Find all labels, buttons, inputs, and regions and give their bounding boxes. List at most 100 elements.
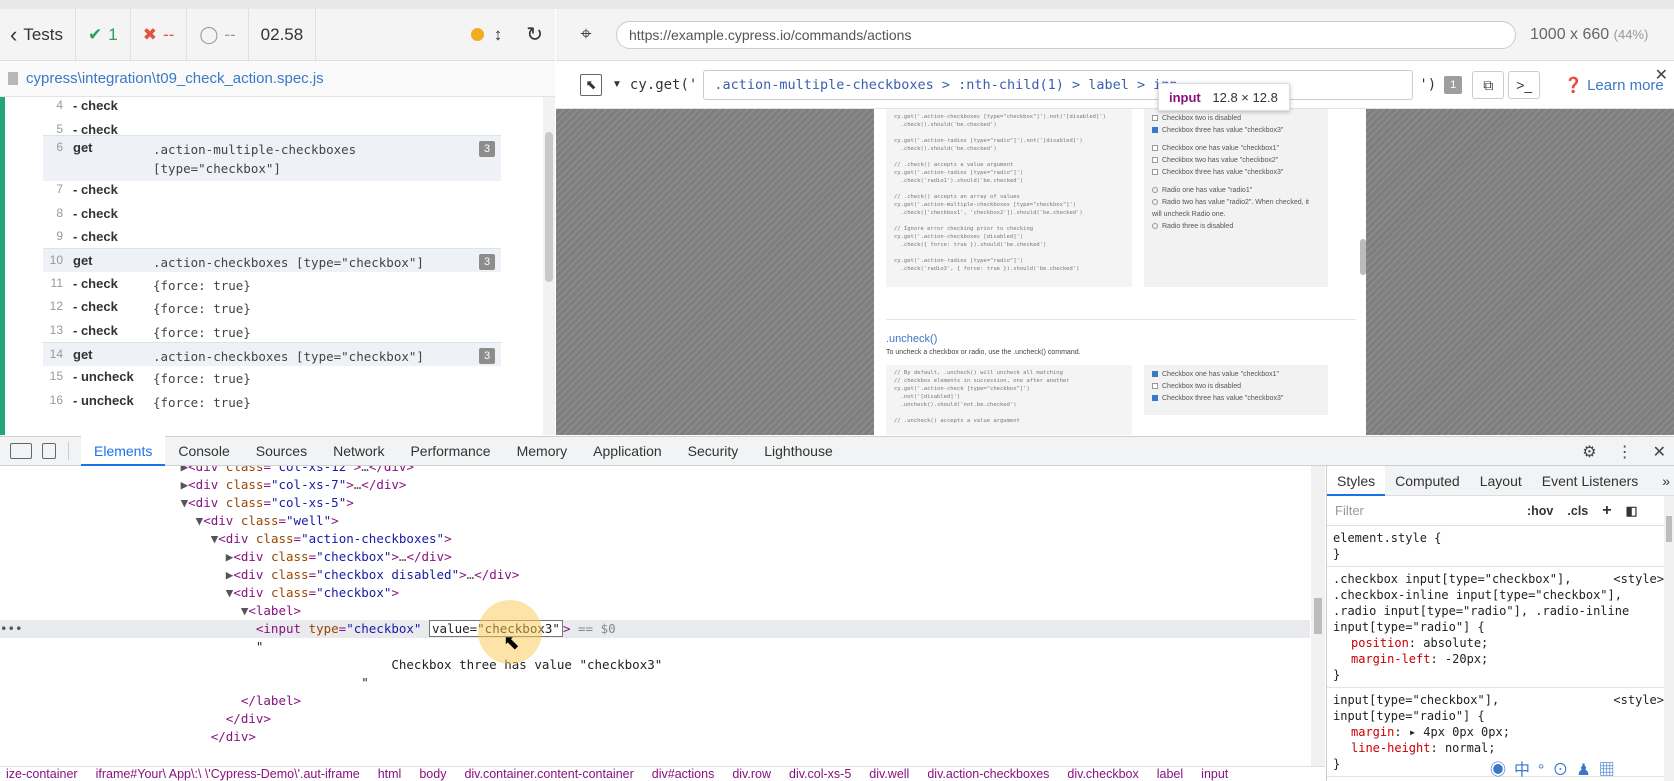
more-tabs-icon[interactable]: »: [1662, 473, 1670, 489]
breadcrumb-item[interactable]: ize-container: [6, 767, 78, 781]
print-to-console-button[interactable]: >_: [1508, 70, 1541, 99]
add-rule-icon[interactable]: +: [1602, 502, 1611, 520]
selector-playground-toggle[interactable]: ⌖: [556, 23, 616, 46]
aut-scrollbar[interactable]: [1360, 239, 1366, 275]
breadcrumb-item[interactable]: div.checkbox: [1067, 767, 1138, 781]
command-row[interactable]: 11 - check {force: true}: [43, 272, 501, 296]
style-property[interactable]: margin: ▸ 4px 0px 0px;: [1333, 724, 1668, 740]
checkbox-option[interactable]: Checkbox two has value "checkbox2": [1152, 155, 1320, 167]
dom-text-node[interactable]: Checkbox three has value "checkbox3": [0, 656, 1310, 674]
breadcrumb-item[interactable]: div.row: [732, 767, 771, 781]
learn-more-link[interactable]: ❓ Learn more: [1564, 76, 1664, 94]
dom-node[interactable]: ▶<div class="checkbox">…</div>: [0, 548, 1310, 566]
checkbox-icon[interactable]: [1152, 383, 1158, 390]
dom-node[interactable]: </div>: [0, 728, 1310, 746]
breadcrumb-item[interactable]: div.container.content-container: [464, 767, 633, 781]
checkbox-option[interactable]: Checkbox two is disabled: [1152, 113, 1320, 125]
tab-sources[interactable]: Sources: [243, 436, 320, 466]
gear-icon[interactable]: ⚙: [1582, 442, 1596, 462]
copy-button[interactable]: ⧉: [1472, 70, 1505, 99]
tests-button[interactable]: ‹ Tests: [0, 9, 77, 60]
radio-icon[interactable]: [1152, 223, 1158, 230]
resize-icon[interactable]: ↕: [494, 25, 503, 45]
scrollbar-thumb[interactable]: [1314, 598, 1322, 634]
checkbox-option[interactable]: Checkbox two is disabled: [1152, 381, 1320, 393]
tab-network[interactable]: Network: [320, 436, 397, 466]
dom-node[interactable]: </label>: [0, 692, 1310, 710]
tab-elements[interactable]: Elements: [81, 436, 166, 466]
cls-toggle[interactable]: .cls: [1567, 504, 1588, 518]
dom-node[interactable]: ▼<div class="well">: [0, 512, 1310, 530]
breadcrumb-item[interactable]: div.well: [869, 767, 909, 781]
restart-button[interactable]: ↻: [514, 9, 555, 60]
breadcrumb-item[interactable]: label: [1157, 767, 1183, 781]
command-row[interactable]: 12 - check {force: true}: [43, 295, 501, 319]
rule-source-link[interactable]: <style>: [1613, 571, 1664, 587]
dom-node[interactable]: ▶<div class="checkbox disabled">…</div>: [0, 566, 1310, 584]
breadcrumb-item[interactable]: body: [419, 767, 446, 781]
cursor-pick-icon[interactable]: ⬉: [580, 73, 602, 96]
radio-option[interactable]: Radio one has value "radio1": [1152, 185, 1320, 197]
command-row[interactable]: 8 - check: [43, 202, 501, 226]
style-property[interactable]: position: absolute;: [1333, 635, 1668, 651]
breadcrumb-item[interactable]: div#actions: [652, 767, 715, 781]
breadcrumb-item[interactable]: input: [1201, 767, 1228, 781]
command-row[interactable]: 7 - check: [43, 178, 501, 202]
tab-console[interactable]: Console: [165, 436, 242, 466]
breadcrumb-item[interactable]: html: [378, 767, 402, 781]
checkbox-icon[interactable]: [1152, 371, 1158, 378]
radio-icon[interactable]: [1152, 199, 1158, 206]
checkbox-option[interactable]: Checkbox three has value "checkbox3": [1152, 167, 1320, 179]
selector-input[interactable]: .action-multiple-checkboxes > :nth-child…: [703, 69, 1414, 100]
ime-toolbar-icon[interactable]: ◉中°⊙♟▦: [1490, 756, 1623, 780]
breadcrumb-item[interactable]: div.col-xs-5: [789, 767, 851, 781]
viewport-size[interactable]: 1000 x 660 (44%): [1530, 26, 1648, 44]
command-row[interactable]: 14 get .action-checkboxes [type="checkbox"…: [43, 342, 501, 366]
passed-stat[interactable]: ✔ 1: [76, 9, 131, 60]
command-row[interactable]: 4 - check: [43, 97, 501, 118]
dom-node-selected[interactable]: ••• <input type="checkbox" value="checkb…: [0, 620, 1310, 638]
dom-node[interactable]: ▶<div class="col-xs-12">…</div>: [0, 466, 1310, 476]
device-toolbar-icon[interactable]: [42, 443, 56, 459]
elements-scrollbar[interactable]: [1311, 466, 1325, 766]
tab-security[interactable]: Security: [675, 436, 752, 466]
tab-layout[interactable]: Layout: [1470, 466, 1532, 496]
dom-node[interactable]: ▼<div class="checkbox">: [0, 584, 1310, 602]
checkbox-option[interactable]: Checkbox three has value "checkbox3": [1152, 393, 1320, 405]
failed-stat[interactable]: ✖ --: [131, 9, 188, 60]
tab-application[interactable]: Application: [580, 436, 675, 466]
scrollbar-thumb[interactable]: [1666, 516, 1672, 542]
dom-text-node[interactable]: ": [0, 674, 1310, 692]
checkbox-icon[interactable]: [1152, 145, 1158, 152]
checkbox-icon[interactable]: [1152, 157, 1158, 164]
style-rule[interactable]: element.style {}: [1327, 526, 1674, 567]
tab-lighthouse[interactable]: Lighthouse: [751, 436, 846, 466]
url-bar[interactable]: https://example.cypress.io/commands/acti…: [616, 20, 1516, 49]
style-rule[interactable]: <style> .checkbox input[type="checkbox"],…: [1327, 567, 1674, 688]
tab-performance[interactable]: Performance: [397, 436, 503, 466]
styles-scrollbar[interactable]: [1664, 496, 1674, 781]
checkbox-option[interactable]: Checkbox three has value "checkbox3": [1152, 125, 1320, 137]
checkbox-icon[interactable]: [1152, 127, 1158, 134]
tab-event-listeners[interactable]: Event Listeners: [1532, 466, 1649, 496]
command-row[interactable]: 10 get .action-checkboxes [type="checkbox"…: [43, 248, 501, 272]
hov-toggle[interactable]: :hov: [1527, 504, 1553, 518]
checkbox-option[interactable]: Checkbox one has value "checkbox1": [1152, 369, 1320, 381]
style-property[interactable]: line-height: normal;: [1333, 740, 1668, 756]
command-row[interactable]: 16 - uncheck {force: true}: [43, 389, 501, 413]
radio-option[interactable]: Radio three is disabled: [1152, 221, 1320, 233]
dom-node[interactable]: ▼<label>: [0, 602, 1310, 620]
radio-icon[interactable]: [1152, 187, 1158, 194]
dom-text-node[interactable]: ": [0, 638, 1310, 656]
spec-path-link[interactable]: cypress\integration\t09_check_action.spe…: [26, 70, 324, 87]
rule-source-link[interactable]: <style>: [1613, 692, 1664, 708]
close-icon[interactable]: ✕: [1653, 442, 1666, 462]
breadcrumb-item[interactable]: iframe#Your\ App\:\ \'Cypress-Demo\'.aut…: [96, 767, 360, 781]
checkbox-icon[interactable]: [1152, 395, 1158, 402]
styles-filter-input[interactable]: Filter: [1333, 500, 1513, 522]
tab-computed[interactable]: Computed: [1385, 466, 1470, 496]
tab-memory[interactable]: Memory: [504, 436, 581, 466]
inspect-element-icon[interactable]: [10, 443, 32, 459]
pending-stat[interactable]: ◯ --: [187, 9, 249, 60]
command-log-scrollbar[interactable]: [543, 97, 555, 435]
